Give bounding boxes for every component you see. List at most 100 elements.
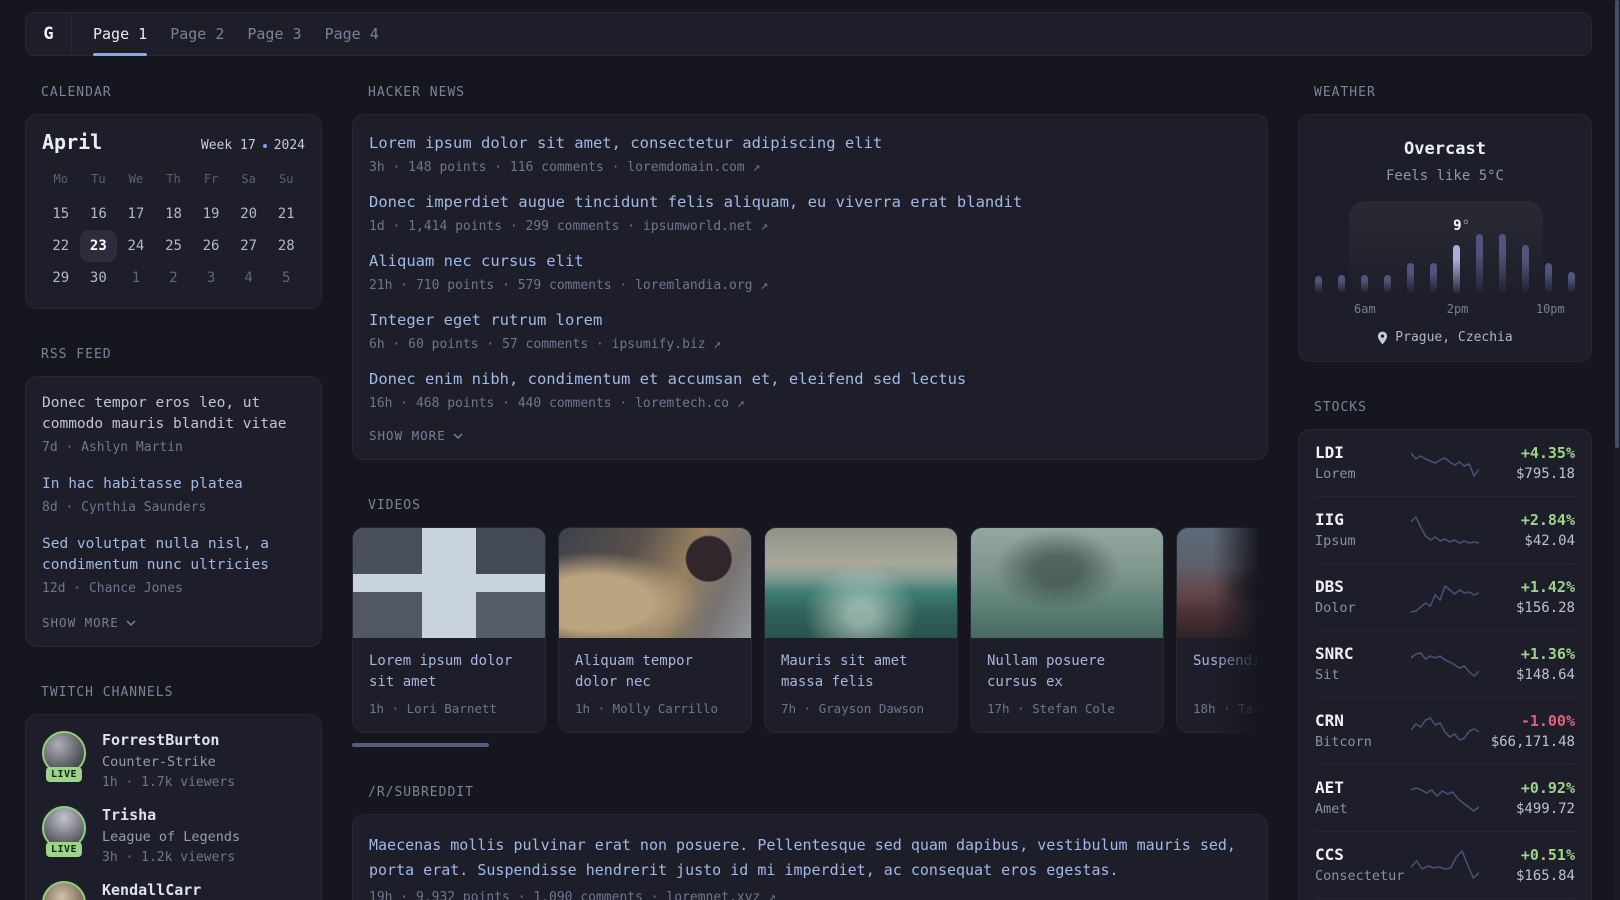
stock-ticker: CCS [1315, 845, 1344, 864]
stock-name: Sit [1315, 667, 1340, 683]
hackernews-item-title[interactable]: Aliquam nec cursus elit [369, 251, 1251, 272]
tab-label: Page 1 [93, 25, 148, 43]
subreddit-post-meta: 19h · 9,932 points · 1,090 comments · lo… [369, 890, 776, 900]
hackernews-item-meta: 6h · 60 points · 57 comments · ipsumify.… [369, 337, 722, 352]
weather-bar [1315, 276, 1322, 293]
stock-name: Consectetur [1315, 868, 1405, 884]
stock-sparkline [1411, 584, 1479, 613]
twitch-channel-list: LIVE ForrestBurton Counter-Strike 1h · 1.7k… [42, 731, 305, 900]
rss-item-title[interactable]: Sed volutpat nulla nisl, a condimentum n… [42, 534, 305, 576]
rss-item-meta: 7d · Ashlyn Martin [42, 440, 183, 455]
weather-condition: Overcast [1404, 139, 1486, 159]
tab-page-4[interactable]: Page 4 [325, 13, 379, 55]
calendar-day-name: Tu [91, 172, 106, 186]
subreddit-header: /R/SUBREDDIT [368, 785, 474, 800]
app-logo[interactable]: G [26, 13, 72, 55]
hackernews-show-more-button[interactable]: SHOW MORE [369, 428, 1251, 443]
stock-row[interactable]: CRN Bitcorn -1.00% $66,171.48 [1315, 697, 1575, 764]
rss-item-title[interactable]: In hac habitasse platea [42, 474, 305, 495]
avatar [42, 881, 86, 900]
stock-row[interactable]: SNRC Sit +1.36% $148.64 [1315, 630, 1575, 697]
rss-header: RSS FEED [41, 347, 112, 362]
video-title: Lorem ipsum dolor sit amet consectetu… [369, 653, 513, 690]
video-card[interactable]: Nullam posuere cursus ex 17h · Stefan Col… [970, 527, 1164, 733]
video-meta: 1h · Lori Barnett [369, 701, 497, 716]
tab-label: Page 4 [324, 25, 379, 43]
weather-axis-label: 10pm [1535, 302, 1565, 316]
tab-page-2[interactable]: Page 2 [170, 13, 224, 55]
calendar-day: 29 [52, 270, 70, 286]
rss-show-more-button[interactable]: SHOW MORE [42, 615, 305, 630]
video-title: Aliquam tempor dolor nec pharetra… [575, 653, 694, 690]
rss-list: Donec tempor eros leo, ut commodo mauris… [42, 393, 305, 596]
rss-item-meta: 8d · Cynthia Saunders [42, 500, 207, 515]
video-card-body: Suspendisse diam 18h · Tara [1177, 638, 1268, 732]
stock-right: +0.92% $499.72 [1479, 779, 1575, 817]
video-meta: 7h · Grayson Dawson [781, 701, 924, 716]
video-card[interactable]: Aliquam tempor dolor nec pharetra… 1h · M… [558, 527, 752, 733]
calendar-header: CALENDAR [41, 85, 112, 100]
avatar-wrap: LIVE [42, 806, 86, 865]
video-title: Suspendisse diam [1193, 653, 1268, 669]
hackernews-item-title[interactable]: Donec imperdiet augue tincidunt felis al… [369, 192, 1251, 213]
weather-axis-label: 6am [1354, 302, 1376, 316]
page-scrollbar-thumb[interactable] [1615, 0, 1619, 448]
stock-left: SNRC Sit [1315, 644, 1411, 683]
stock-change: +1.36% [1520, 644, 1575, 663]
video-card[interactable]: Lorem ipsum dolor sit amet consectetu… 1h… [352, 527, 546, 733]
hackernews-item-title[interactable]: Integer eget rutrum lorem [369, 310, 1251, 331]
rss-item-title[interactable]: Donec tempor eros leo, ut commodo mauris… [42, 393, 305, 435]
twitch-channel-info: ForrestBurton Counter-Strike 1h · 1.7k vie… [102, 731, 235, 790]
twitch-channel-row[interactable]: KendallCarr [42, 881, 305, 900]
twitch-channel-row[interactable]: LIVE Trisha League of Legends 3h · 1.2k vie… [42, 806, 305, 865]
calendar-day-selected: 23 [79, 230, 118, 262]
stock-change: +4.35% [1520, 443, 1575, 462]
stock-row[interactable]: DBS Dolor +1.42% $156.28 [1315, 563, 1575, 630]
weather-bar [1361, 275, 1368, 293]
tab-page-3[interactable]: Page 3 [247, 13, 301, 55]
stock-change: +0.92% [1520, 778, 1575, 797]
stock-change: +1.42% [1520, 577, 1575, 596]
stock-name: Bitcorn [1315, 734, 1372, 750]
calendar-day-name: We [128, 172, 144, 186]
video-card[interactable]: Suspendisse diam 18h · Tara [1176, 527, 1268, 733]
carousel-scrollbar [352, 743, 1268, 747]
weather-location: Prague, Czechia [1315, 330, 1575, 345]
subreddit-post-title[interactable]: Maecenas mollis pulvinar erat non posuer… [369, 833, 1251, 883]
stock-ticker: AET [1315, 778, 1344, 797]
chevron-down-icon [453, 432, 463, 439]
tab-page-1[interactable]: Page 1 [93, 13, 148, 56]
calendar-day: 4 [244, 270, 253, 286]
weather-bar [1499, 234, 1506, 293]
hackernews-show-more-label: SHOW MORE [369, 428, 446, 443]
stock-row[interactable]: IIG Ipsum +2.84% $42.04 [1315, 496, 1575, 563]
calendar-day: 20 [240, 206, 258, 222]
calendar-day-name: Th [166, 172, 181, 186]
stock-row[interactable]: LDI Lorem +4.35% $795.18 [1315, 430, 1575, 496]
stock-price: $795.18 [1515, 465, 1575, 482]
hackernews-item-title[interactable]: Lorem ipsum dolor sit amet, consectetur … [369, 133, 1251, 154]
weather-bars [1315, 201, 1575, 293]
subreddit-post: Maecenas mollis pulvinar erat non posuer… [369, 833, 1251, 900]
stock-sparkline [1411, 452, 1479, 478]
live-badge: LIVE [45, 767, 83, 782]
stock-row[interactable]: AET Amet +0.92% $499.72 [1315, 764, 1575, 831]
video-meta: 17h · Stefan Cole [987, 701, 1115, 716]
stock-price: $66,171.48 [1490, 733, 1575, 750]
video-card[interactable]: Mauris sit amet massa felis 7h · Grayson … [764, 527, 958, 733]
twitch-channel-name: ForrestBurton [102, 731, 220, 749]
hackernews-item-title[interactable]: Donec enim nibh, condimentum et accumsan… [369, 369, 1251, 390]
avatar-wrap: LIVE [42, 731, 86, 790]
weather-header: WEATHER [1314, 85, 1376, 100]
hackernews-item: Donec enim nibh, condimentum et accumsan… [369, 369, 1251, 411]
stock-price: $156.28 [1515, 599, 1575, 616]
carousel-scrollbar-thumb[interactable] [352, 743, 489, 747]
hackernews-item-meta: 16h · 468 points · 440 comments · loremt… [369, 396, 745, 411]
stock-row[interactable]: CCS Consectetur +0.51% $165.84 [1315, 831, 1575, 898]
navbar: G Page 1 Page 2 Page 3 Page 4 [25, 12, 1592, 56]
hackernews-item-meta: 21h · 710 points · 579 comments · loreml… [369, 278, 769, 293]
hackernews-item: Aliquam nec cursus elit 21h · 710 points … [369, 251, 1251, 293]
stocks-header: STOCKS [1314, 400, 1367, 415]
twitch-channel-row[interactable]: LIVE ForrestBurton Counter-Strike 1h · 1.7k… [42, 731, 305, 790]
hackernews-item-meta: 1d · 1,414 points · 299 comments · ipsum… [369, 219, 769, 234]
